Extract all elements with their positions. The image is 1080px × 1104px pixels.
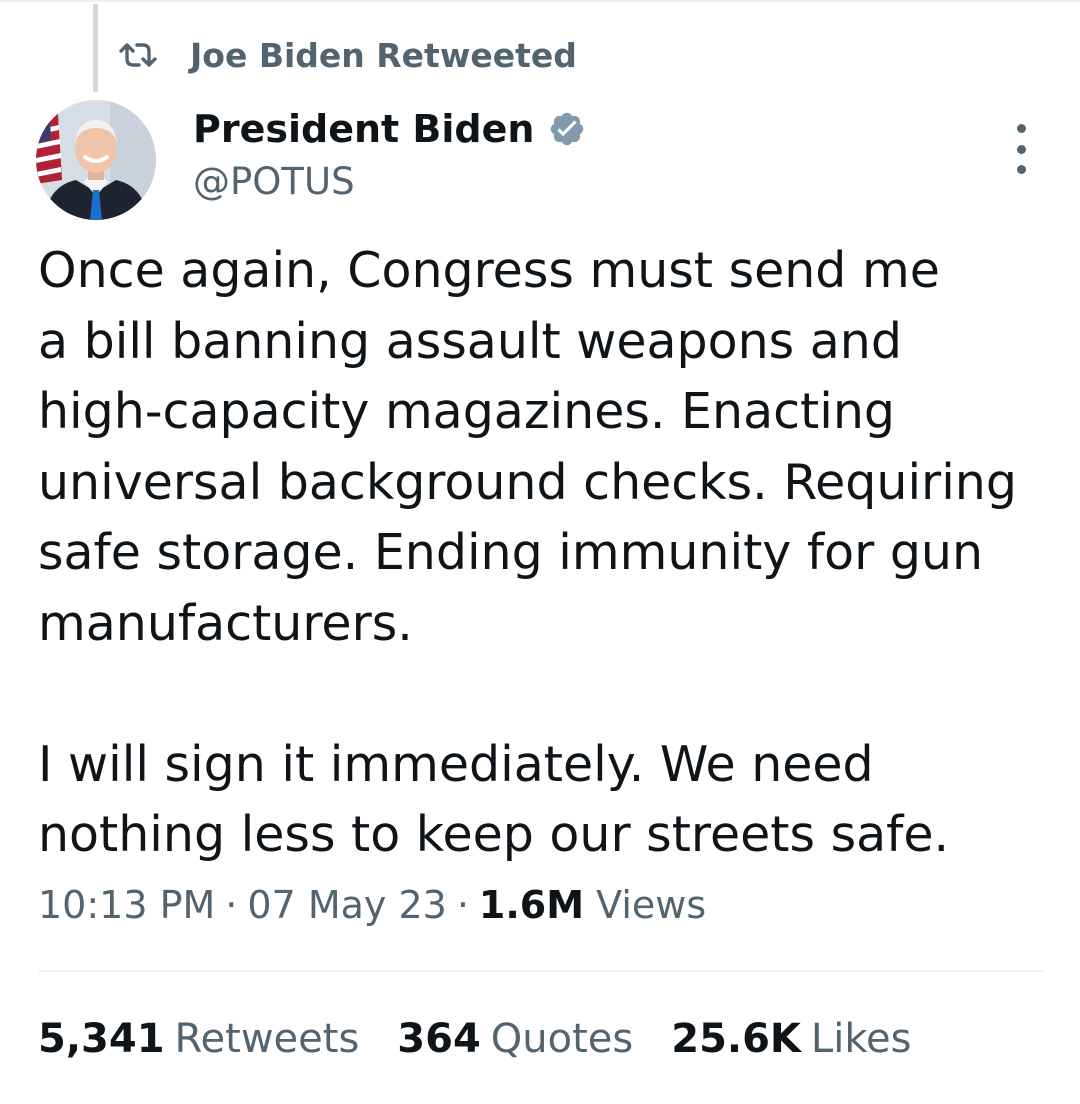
thread-line (93, 4, 98, 92)
meta-separator: · (225, 883, 238, 927)
tweet-text: Once again, Congress must send me a bill… (38, 242, 1017, 863)
tweet-meta: 10:13 PM · 07 May 23 · 1.6M Views (38, 883, 706, 927)
tweet-time[interactable]: 10:13 PM (38, 883, 215, 927)
likes-label: Likes (810, 1016, 912, 1062)
retweet-header[interactable]: Joe Biden Retweeted (118, 30, 577, 80)
display-name[interactable]: President Biden (193, 107, 534, 151)
more-dot (1016, 144, 1026, 154)
more-options-button[interactable] (1004, 124, 1038, 174)
tweet-date[interactable]: 07 May 23 (247, 883, 446, 927)
avatar[interactable] (36, 100, 156, 220)
author-row[interactable]: President Biden (193, 104, 586, 154)
verified-badge-icon[interactable] (548, 110, 586, 148)
retweet-label[interactable]: Joe Biden Retweeted (190, 36, 577, 75)
more-dot (1016, 124, 1026, 133)
engagement-stats: 5,341 Retweets 364 Quotes 25.6K Likes (38, 1016, 950, 1062)
stat-retweets[interactable]: 5,341 Retweets (38, 1016, 359, 1062)
meta-separator: · (456, 883, 469, 927)
top-border (0, 0, 1080, 2)
avatar-image (36, 100, 156, 220)
retweet-icon (119, 43, 157, 67)
retweets-label: Retweets (174, 1016, 360, 1062)
stat-quotes[interactable]: 364 Quotes (397, 1016, 633, 1062)
stat-likes[interactable]: 25.6K Likes (671, 1016, 911, 1062)
author-handle[interactable]: @POTUS (193, 160, 355, 203)
views-label[interactable]: Views (596, 883, 706, 927)
divider (38, 970, 1044, 972)
quotes-label: Quotes (490, 1016, 634, 1062)
quotes-count: 364 (397, 1016, 481, 1062)
views-count[interactable]: 1.6M (479, 883, 584, 927)
more-dot (1016, 165, 1026, 174)
likes-count: 25.6K (671, 1016, 801, 1062)
retweets-count: 5,341 (38, 1016, 165, 1062)
